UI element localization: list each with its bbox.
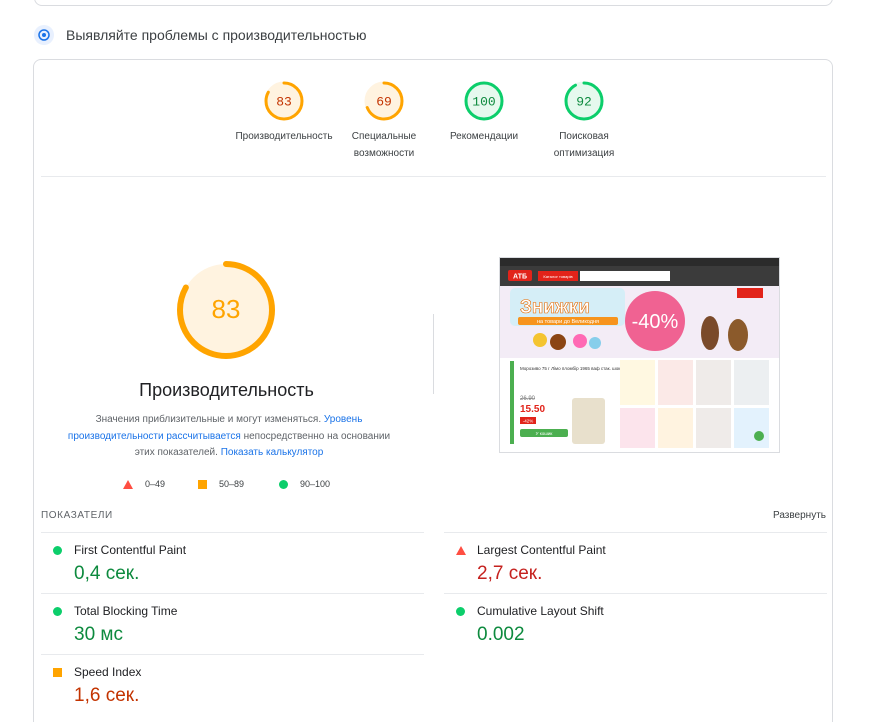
category-score: 69: [376, 95, 392, 110]
metric-value: 30 мс: [74, 624, 123, 645]
metric-lcp: Largest Contentful Paint 2,7 сек.: [444, 533, 827, 594]
main-gauge-ring: 83: [177, 261, 275, 359]
pass-circle-icon: [53, 607, 62, 616]
gauge-ring: 92: [564, 81, 604, 121]
square-icon: [198, 479, 207, 489]
description-text: Значения приблизительные и могут изменят…: [95, 414, 324, 425]
metric-name: Cumulative Layout Shift: [477, 604, 604, 618]
legend-range: 50–89: [219, 479, 245, 489]
metric-value: 2,7 сек.: [477, 563, 543, 584]
metric-value: 1,6 сек.: [74, 685, 140, 706]
promo-title: Знижки: [520, 297, 590, 318]
calculator-link[interactable]: Показать калькулятор: [221, 447, 324, 458]
average-square-icon: [53, 668, 62, 677]
main-gauge-title: Производительность: [139, 380, 314, 400]
vertical-divider: [433, 314, 434, 394]
category-score: 100: [472, 95, 495, 110]
previous-card-edge: [34, 0, 833, 6]
metric-speed-index: Speed Index 1,6 сек.: [41, 655, 424, 716]
metric-tbt: Total Blocking Time 30 мс: [41, 594, 424, 655]
divider: [41, 176, 826, 177]
gauge-ring: 100: [464, 81, 504, 121]
promo-subtitle: на товари до Великодня: [537, 319, 599, 325]
site-logo-text: АТБ: [513, 274, 527, 281]
metric-fcp: First Contentful Paint 0,4 сек.: [41, 533, 424, 594]
discount-badge: -42%: [523, 419, 534, 424]
metric-name: Speed Index: [74, 665, 142, 679]
main-score: 83: [212, 294, 241, 324]
cart-button: У кошик: [536, 431, 553, 436]
category-gauge-best-practices[interactable]: 100 Рекомендации: [434, 80, 534, 145]
site-preview: АТБ Каталог товарів Знижки на товари до …: [500, 258, 779, 452]
expand-button[interactable]: Развернуть: [773, 510, 826, 521]
metrics-header: ПОКАЗАТЕЛИ Развернуть: [41, 510, 826, 521]
legend-pass: 90–100: [279, 479, 330, 489]
section-title: Выявляйте проблемы с производительностью: [66, 27, 367, 43]
category-label: Рекомендации: [449, 131, 519, 142]
new-price: 15.50: [520, 404, 545, 415]
metrics-section-label: ПОКАЗАТЕЛИ: [41, 510, 113, 521]
category-score: 92: [576, 95, 592, 110]
metric-cls: Cumulative Layout Shift 0.002: [444, 594, 827, 655]
pass-circle-icon: [456, 607, 465, 616]
metric-value: 0,4 сек.: [74, 563, 140, 584]
diagnostics-icon: [34, 25, 54, 45]
legend-range: 0–49: [145, 479, 166, 489]
metric-name: Largest Contentful Paint: [477, 543, 606, 557]
metric-name: First Contentful Paint: [74, 543, 187, 557]
product-name: Морозиво 75 г Лімо пломбір 1965 ваф стак…: [520, 366, 621, 371]
category-gauges: 83 Производительность 69 Специальные воз…: [34, 80, 834, 170]
legend-range: 90–100: [300, 479, 331, 489]
gauge-ring: 83: [264, 81, 304, 121]
catalog-button-text: Каталог товарів: [543, 274, 572, 279]
metric-value: 0.002: [477, 624, 525, 645]
old-price: 26.90: [520, 396, 536, 402]
gauge-ring: 69: [364, 81, 404, 121]
legend-average: 50–89: [198, 479, 244, 489]
performance-report-card: 83 Производительность 69 Специальные воз…: [33, 59, 833, 722]
fail-triangle-icon: [456, 546, 466, 555]
promo-badge: -40%: [632, 311, 679, 333]
page-screenshot-thumbnail: АТБ Каталог товарів Знижки на товари до …: [499, 257, 780, 453]
category-gauge-performance[interactable]: 83 Производительность: [234, 80, 334, 145]
category-label: Поисковая оптимизация: [553, 131, 615, 159]
circle-icon: [279, 479, 288, 489]
metric-name: Total Blocking Time: [74, 604, 178, 618]
category-label: Специальные возможности: [351, 131, 417, 159]
main-performance-gauge: 83: [176, 260, 276, 360]
category-gauge-accessibility[interactable]: 69 Специальные возможности: [334, 80, 434, 162]
category-score: 83: [276, 95, 292, 110]
score-description: Значения приблизительные и могут изменят…: [59, 412, 399, 462]
legend-fail: 0–49: [123, 479, 165, 489]
pass-circle-icon: [53, 546, 62, 555]
section-header: Выявляйте проблемы с производительностью: [34, 25, 366, 45]
category-label: Производительность: [235, 131, 333, 142]
triangle-icon: [123, 479, 133, 489]
category-gauge-seo[interactable]: 92 Поисковая оптимизация: [534, 80, 634, 162]
